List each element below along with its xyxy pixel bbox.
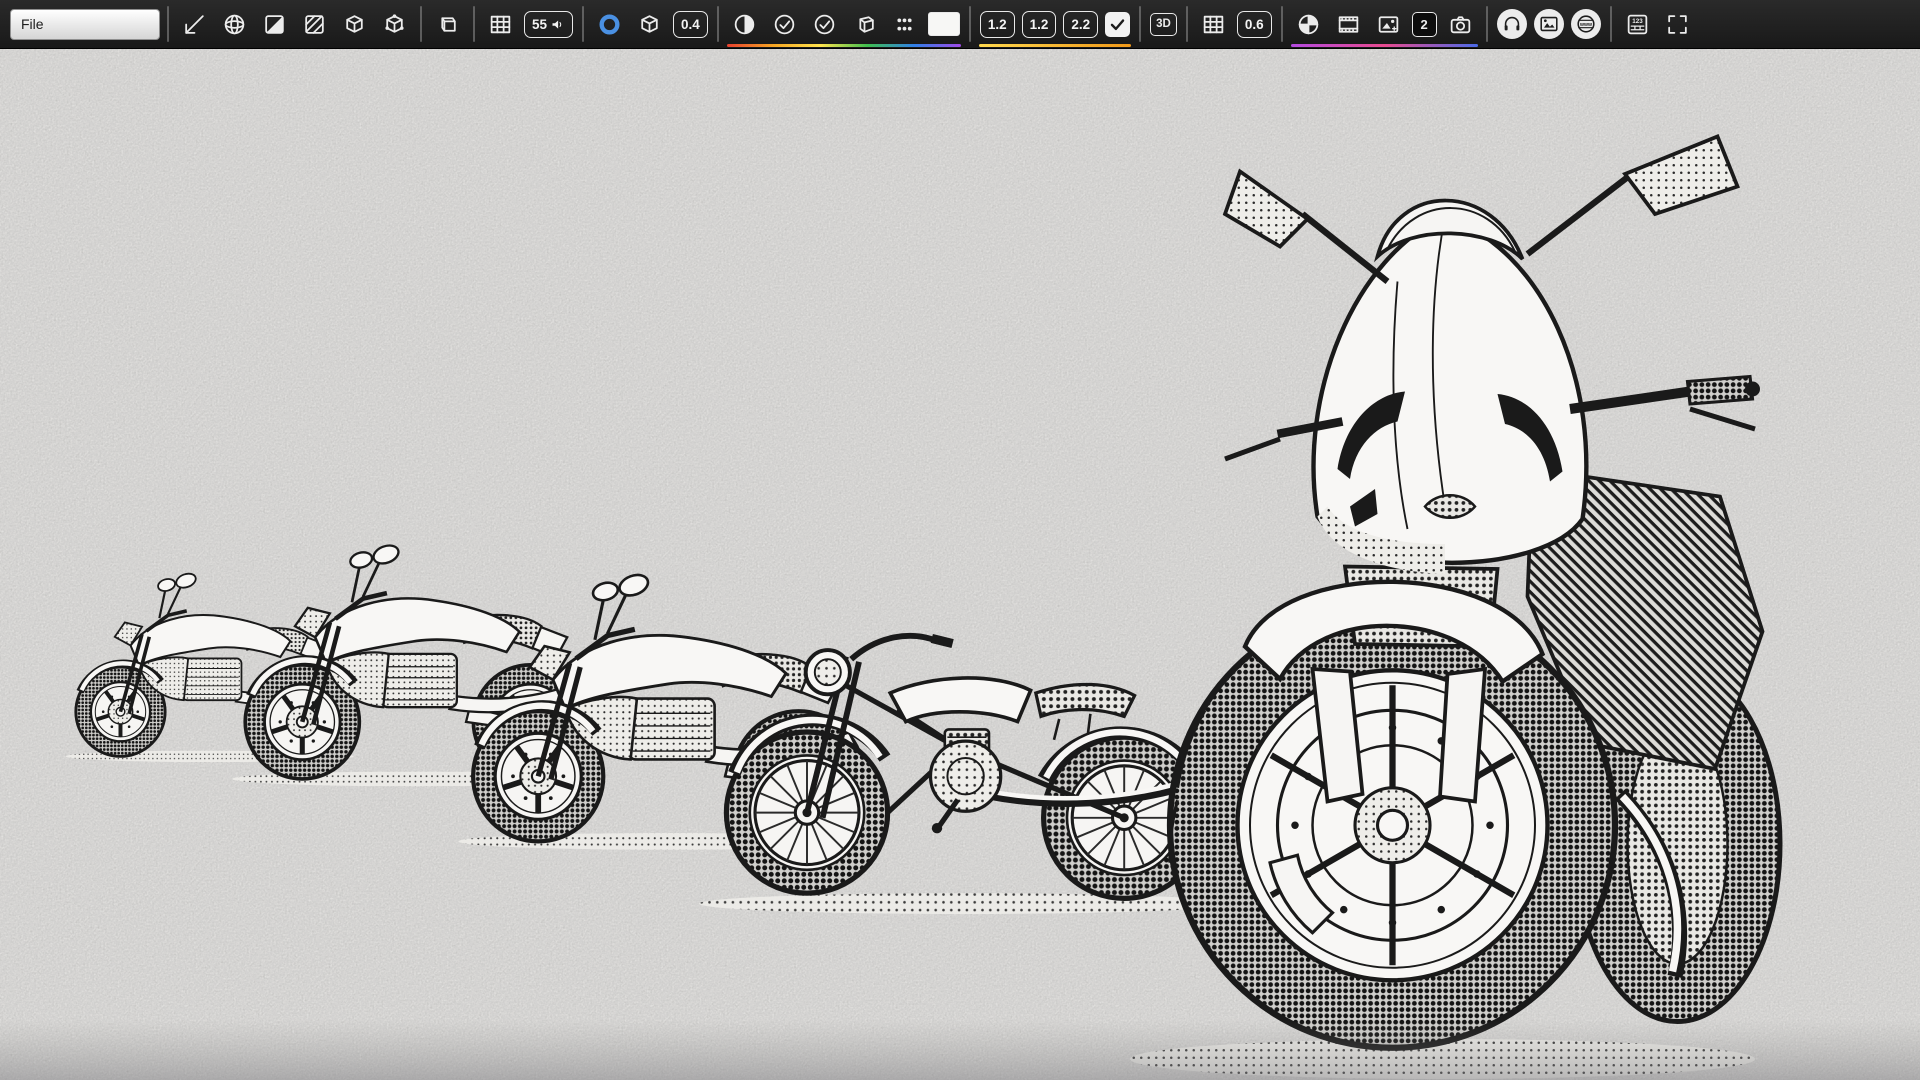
toolbar-groups: 55 0.4 1.2 1.2 2.2 3D 0.6 2 www 123 <box>160 0 1696 48</box>
toolbar-divider <box>473 6 475 42</box>
camera-icon[interactable] <box>1444 8 1477 41</box>
toolbar-group-construction-tools <box>176 0 413 48</box>
cube-icon[interactable] <box>338 8 371 41</box>
toolbar-group-media-share: www <box>1495 0 1603 48</box>
toolbar-divider <box>1281 6 1283 42</box>
wire-sphere-icon[interactable] <box>218 8 251 41</box>
canvas-vignette <box>0 1020 1920 1080</box>
accent-underline-amber <box>979 44 1131 47</box>
value-label: 1.2 <box>1030 17 1049 32</box>
film-icon[interactable] <box>1332 8 1365 41</box>
cube-axes-icon[interactable] <box>378 8 411 41</box>
toolbar-value-button[interactable]: 55 <box>524 11 573 38</box>
headphones-icon[interactable] <box>1497 9 1527 39</box>
toolbar-value-button[interactable]: 2.2 <box>1063 11 1098 38</box>
toolbar-value-button[interactable]: 0.4 <box>673 11 708 38</box>
svg-text:123: 123 <box>1632 17 1643 24</box>
speaker-icon <box>550 17 565 32</box>
value-label: 0.4 <box>681 17 700 32</box>
color-swatch-white[interactable] <box>928 12 960 36</box>
toolbar-value-button[interactable]: 0.6 <box>1237 11 1272 38</box>
toolbar-divider <box>969 6 971 42</box>
toolbar-value-button[interactable]: 1.2 <box>980 11 1015 38</box>
toolbar-divider <box>717 6 719 42</box>
check-circle-icon[interactable] <box>768 8 801 41</box>
canvas-viewport[interactable] <box>0 49 1920 1080</box>
badge-dark-button[interactable]: 2 <box>1412 12 1437 37</box>
dots-grid-icon[interactable] <box>888 8 921 41</box>
toolbar-group-three-d-toggle: 3D <box>1148 0 1179 48</box>
toolbar-value-button[interactable]: 1.2 <box>1022 11 1057 38</box>
numbers-icon[interactable]: 123 <box>1621 8 1654 41</box>
toolbar-divider <box>582 6 584 42</box>
crop-frame-icon[interactable] <box>1661 8 1694 41</box>
blue-ring-icon[interactable] <box>593 8 626 41</box>
pattern-tile-icon[interactable] <box>298 8 331 41</box>
app-window: File 55 0.4 1.2 1.2 2.2 3D 0.6 2 www 123 <box>0 0 1920 1080</box>
value-label: 0.6 <box>1245 17 1264 32</box>
svg-text:www: www <box>1579 22 1592 28</box>
toolbar-divider <box>1486 6 1488 42</box>
value-label: 55 <box>532 17 547 32</box>
picture-icon[interactable] <box>1534 9 1564 39</box>
badge-3d-button[interactable]: 3D <box>1150 13 1177 36</box>
toolbar-divider <box>167 6 169 42</box>
shaded-tile-icon[interactable] <box>258 8 291 41</box>
accent-underline-violet <box>1291 44 1478 47</box>
box-icon[interactable] <box>431 8 464 41</box>
check-circle-icon[interactable] <box>808 8 841 41</box>
half-sphere-icon[interactable] <box>728 8 761 41</box>
grid-icon[interactable] <box>1197 8 1230 41</box>
cube-icon[interactable] <box>633 8 666 41</box>
toolbar: File 55 0.4 1.2 1.2 2.2 3D 0.6 2 www 123 <box>0 0 1920 49</box>
toolbar-group-frame-tools: 123 <box>1619 0 1696 48</box>
value-label: 1.2 <box>988 17 1007 32</box>
box-outline-icon[interactable] <box>848 8 881 41</box>
value-label: 2.2 <box>1071 17 1090 32</box>
toolbar-checkbox[interactable] <box>1105 12 1130 37</box>
toolbar-group-grid-strength: 0.6 <box>1195 0 1274 48</box>
drawing-canvas[interactable] <box>0 49 1920 1080</box>
toolbar-divider <box>1186 6 1188 42</box>
toolbar-group-box-tool <box>429 0 466 48</box>
image-export-icon[interactable] <box>1372 8 1405 41</box>
toolbar-divider <box>1139 6 1141 42</box>
toolbar-divider <box>420 6 422 42</box>
toolbar-divider <box>1610 6 1612 42</box>
toolbar-group-numeric-params: 1.2 1.2 2.2 <box>978 0 1132 48</box>
file-menu-button[interactable]: File <box>10 9 160 40</box>
toolbar-group-render-mode: 0.4 <box>591 0 710 48</box>
angle-line-icon[interactable] <box>178 8 211 41</box>
checker-sphere-icon[interactable] <box>1292 8 1325 41</box>
www-globe-icon[interactable]: www <box>1571 9 1601 39</box>
accent-underline-rainbow <box>727 44 961 47</box>
grid-icon[interactable] <box>484 8 517 41</box>
toolbar-group-grid-audio: 55 <box>482 0 575 48</box>
toolbar-group-texture-output: 2 <box>1290 0 1479 48</box>
toolbar-group-shading-options <box>726 0 962 48</box>
